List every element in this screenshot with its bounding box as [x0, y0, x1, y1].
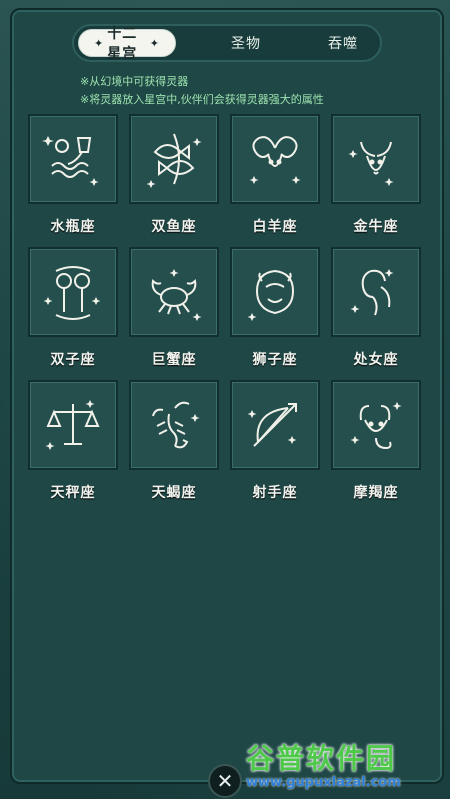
- gemini-icon: [43, 266, 101, 320]
- capricorn-icon: [350, 402, 402, 450]
- zodiac-slot[interactable]: [230, 247, 320, 337]
- zodiac-label: 狮子座: [252, 352, 298, 368]
- watermark: 谷普软件园 www.gupuxlazal.com: [246, 737, 450, 797]
- zodiac-cell-pisces[interactable]: 双鱼座: [128, 114, 220, 247]
- libra-icon: [45, 400, 100, 450]
- zodiac-cell-taurus[interactable]: 金牛座: [330, 114, 422, 247]
- zodiac-cell-sagittarius[interactable]: 射手座: [229, 380, 321, 513]
- zodiac-cell-cancer[interactable]: 巨蟹座: [128, 247, 220, 380]
- tab-bar: ✦ 十二星宫 ✦ 圣物 吞噬: [72, 24, 382, 62]
- taurus-icon: [348, 141, 394, 186]
- sagittarius-icon: [247, 403, 297, 447]
- tab-label: 圣物: [231, 36, 261, 52]
- zodiac-label: 白羊座: [252, 219, 298, 235]
- zodiac-cell-gemini[interactable]: 双子座: [27, 247, 119, 380]
- zodiac-cell-aries[interactable]: 白羊座: [229, 114, 321, 247]
- zodiac-label: 金牛座: [353, 219, 399, 235]
- tab-zodiac[interactable]: ✦ 十二星宫 ✦: [78, 26, 176, 62]
- cancer-icon: [151, 269, 202, 321]
- zodiac-cell-capricorn[interactable]: 摩羯座: [330, 380, 422, 513]
- close-button[interactable]: ✕: [208, 764, 242, 798]
- zodiac-slot[interactable]: [230, 114, 320, 204]
- zodiac-label: 射手座: [252, 485, 298, 501]
- zodiac-label: 双子座: [50, 352, 96, 368]
- leo-icon: [247, 269, 295, 321]
- zodiac-label: 处女座: [353, 352, 399, 368]
- scorpio-icon: [152, 401, 200, 449]
- tab-label: 十二星宫: [107, 26, 138, 62]
- watermark-title: 谷普软件园: [246, 742, 397, 775]
- zodiac-slot[interactable]: [331, 247, 421, 337]
- zodiac-label: 水瓶座: [50, 219, 96, 235]
- hint-text: ※将灵器放入星宫中,伙伴们会获得灵器强大的属性: [80, 93, 324, 106]
- zodiac-label: 天蝎座: [151, 485, 197, 501]
- zodiac-slot[interactable]: [28, 380, 118, 470]
- zodiac-label: 天秤座: [50, 485, 96, 501]
- zodiac-label: 双鱼座: [151, 219, 197, 235]
- zodiac-cell-scorpio[interactable]: 天蝎座: [128, 380, 220, 513]
- zodiac-cell-libra[interactable]: 天秤座: [27, 380, 119, 513]
- zodiac-slot[interactable]: [129, 380, 219, 470]
- zodiac-cell-virgo[interactable]: 处女座: [330, 247, 422, 380]
- zodiac-slot[interactable]: [331, 380, 421, 470]
- zodiac-slot[interactable]: [28, 247, 118, 337]
- zodiac-cell-aquarius[interactable]: 水瓶座: [27, 114, 119, 247]
- aquarius-icon: [42, 136, 99, 186]
- watermark-url: www.gupuxlazal.com: [246, 775, 401, 790]
- virgo-icon: [350, 269, 394, 316]
- tab-label: 吞噬: [328, 36, 358, 52]
- zodiac-slot[interactable]: [129, 114, 219, 204]
- pisces-icon: [146, 133, 202, 188]
- zodiac-cell-leo[interactable]: 狮子座: [229, 247, 321, 380]
- zodiac-label: 摩羯座: [353, 485, 399, 501]
- zodiac-slot[interactable]: [230, 380, 320, 470]
- star-icon: ✦: [94, 36, 105, 50]
- tab-relics[interactable]: 圣物: [219, 29, 273, 57]
- hint-text: ※从幻境中可获得灵器: [80, 75, 189, 88]
- aries-icon: [249, 136, 301, 184]
- zodiac-slot[interactable]: [129, 247, 219, 337]
- zodiac-slot[interactable]: [331, 114, 421, 204]
- star-icon: ✦: [149, 36, 160, 50]
- zodiac-label: 巨蟹座: [151, 352, 197, 368]
- close-icon: ✕: [216, 769, 234, 793]
- zodiac-grid: 水瓶座 双鱼座 白羊座 金牛座 双子座 巨蟹座 狮子座 处女座 天秤座 天蝎座 …: [27, 114, 427, 513]
- zodiac-slot[interactable]: [28, 114, 118, 204]
- tab-devour[interactable]: 吞噬: [316, 29, 370, 57]
